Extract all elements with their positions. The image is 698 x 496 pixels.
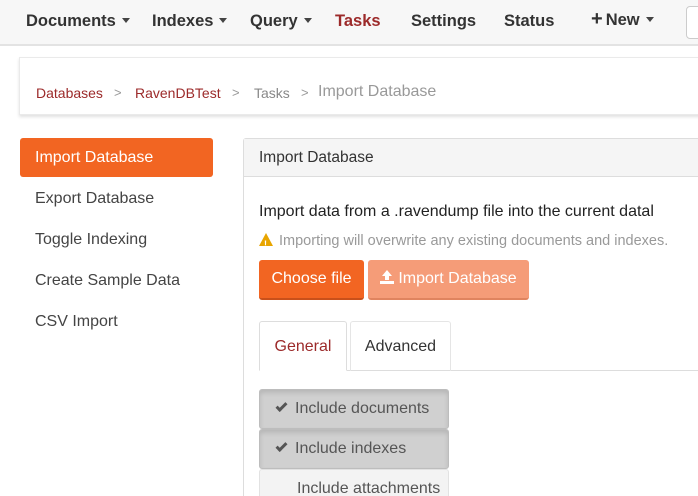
import-description: Import data from a .ravendump file into …: [259, 203, 654, 220]
top-navbar: Documents Indexes Query Tasks Settings S…: [0, 0, 698, 46]
plus-icon: +: [591, 8, 603, 30]
sidebar-item-import-database[interactable]: Import Database: [20, 138, 213, 177]
chevron-down-icon: [219, 18, 228, 24]
nav-indexes-menu[interactable]: Indexes: [152, 11, 228, 31]
choose-file-button[interactable]: Choose file: [259, 260, 364, 300]
import-panel: Import Database Import data from a .rave…: [243, 138, 698, 496]
tab-advanced[interactable]: Advanced: [350, 321, 451, 371]
nav-documents-menu[interactable]: Documents: [26, 11, 130, 31]
include-documents-toggle[interactable]: Include documents: [259, 389, 449, 429]
panel-title: Import Database: [244, 139, 698, 177]
include-documents-label: Include documents: [295, 400, 430, 417]
search-input[interactable]: [686, 6, 698, 39]
check-icon: [275, 399, 288, 413]
sidebar-item-toggle-indexing[interactable]: Toggle Indexing: [20, 220, 213, 259]
nav-new-label: New: [605, 11, 640, 29]
import-database-button[interactable]: Import Database: [368, 260, 529, 300]
upload-icon: [380, 270, 395, 284]
overwrite-warning: Importing will overwrite any existing do…: [259, 232, 669, 253]
warning-icon: [259, 233, 273, 253]
chevron-down-icon: [645, 17, 654, 23]
chevron-down-icon: [121, 18, 130, 24]
include-indexes-toggle[interactable]: Include indexes: [259, 429, 449, 469]
import-database-button-label: Import Database: [398, 270, 517, 287]
tab-general[interactable]: General: [259, 321, 347, 371]
breadcrumb-database-name[interactable]: RavenDBTest: [135, 85, 221, 101]
include-indexes-label: Include indexes: [295, 440, 407, 457]
nav-query-label: Query: [250, 12, 298, 30]
nav-documents-label: Documents: [26, 12, 116, 30]
breadcrumb-separator: >: [232, 85, 240, 100]
overwrite-warning-text: Importing will overwrite any existing do…: [279, 233, 669, 249]
include-attachments-toggle[interactable]: Include attachments: [259, 469, 449, 496]
breadcrumb-separator: >: [114, 85, 122, 100]
breadcrumb-separator: >: [301, 85, 309, 100]
nav-tasks-link[interactable]: Tasks: [335, 11, 381, 31]
sidebar-item-csv-import[interactable]: CSV Import: [20, 302, 213, 341]
nav-indexes-label: Indexes: [152, 12, 214, 30]
breadcrumb-current: Import Database: [318, 83, 437, 100]
sidebar-item-export-database[interactable]: Export Database: [20, 179, 213, 218]
check-icon: [275, 439, 288, 453]
breadcrumb: Databases > RavenDBTest > Tasks > Import…: [19, 57, 698, 115]
nav-new-menu[interactable]: + New: [591, 9, 654, 30]
nav-status-link[interactable]: Status: [504, 11, 554, 31]
breadcrumb-databases[interactable]: Databases: [36, 85, 103, 101]
chevron-down-icon: [303, 18, 312, 24]
nav-query-menu[interactable]: Query: [250, 11, 312, 31]
sidebar-item-create-sample-data[interactable]: Create Sample Data: [20, 261, 213, 300]
breadcrumb-tasks[interactable]: Tasks: [254, 85, 290, 101]
nav-settings-link[interactable]: Settings: [411, 11, 476, 31]
